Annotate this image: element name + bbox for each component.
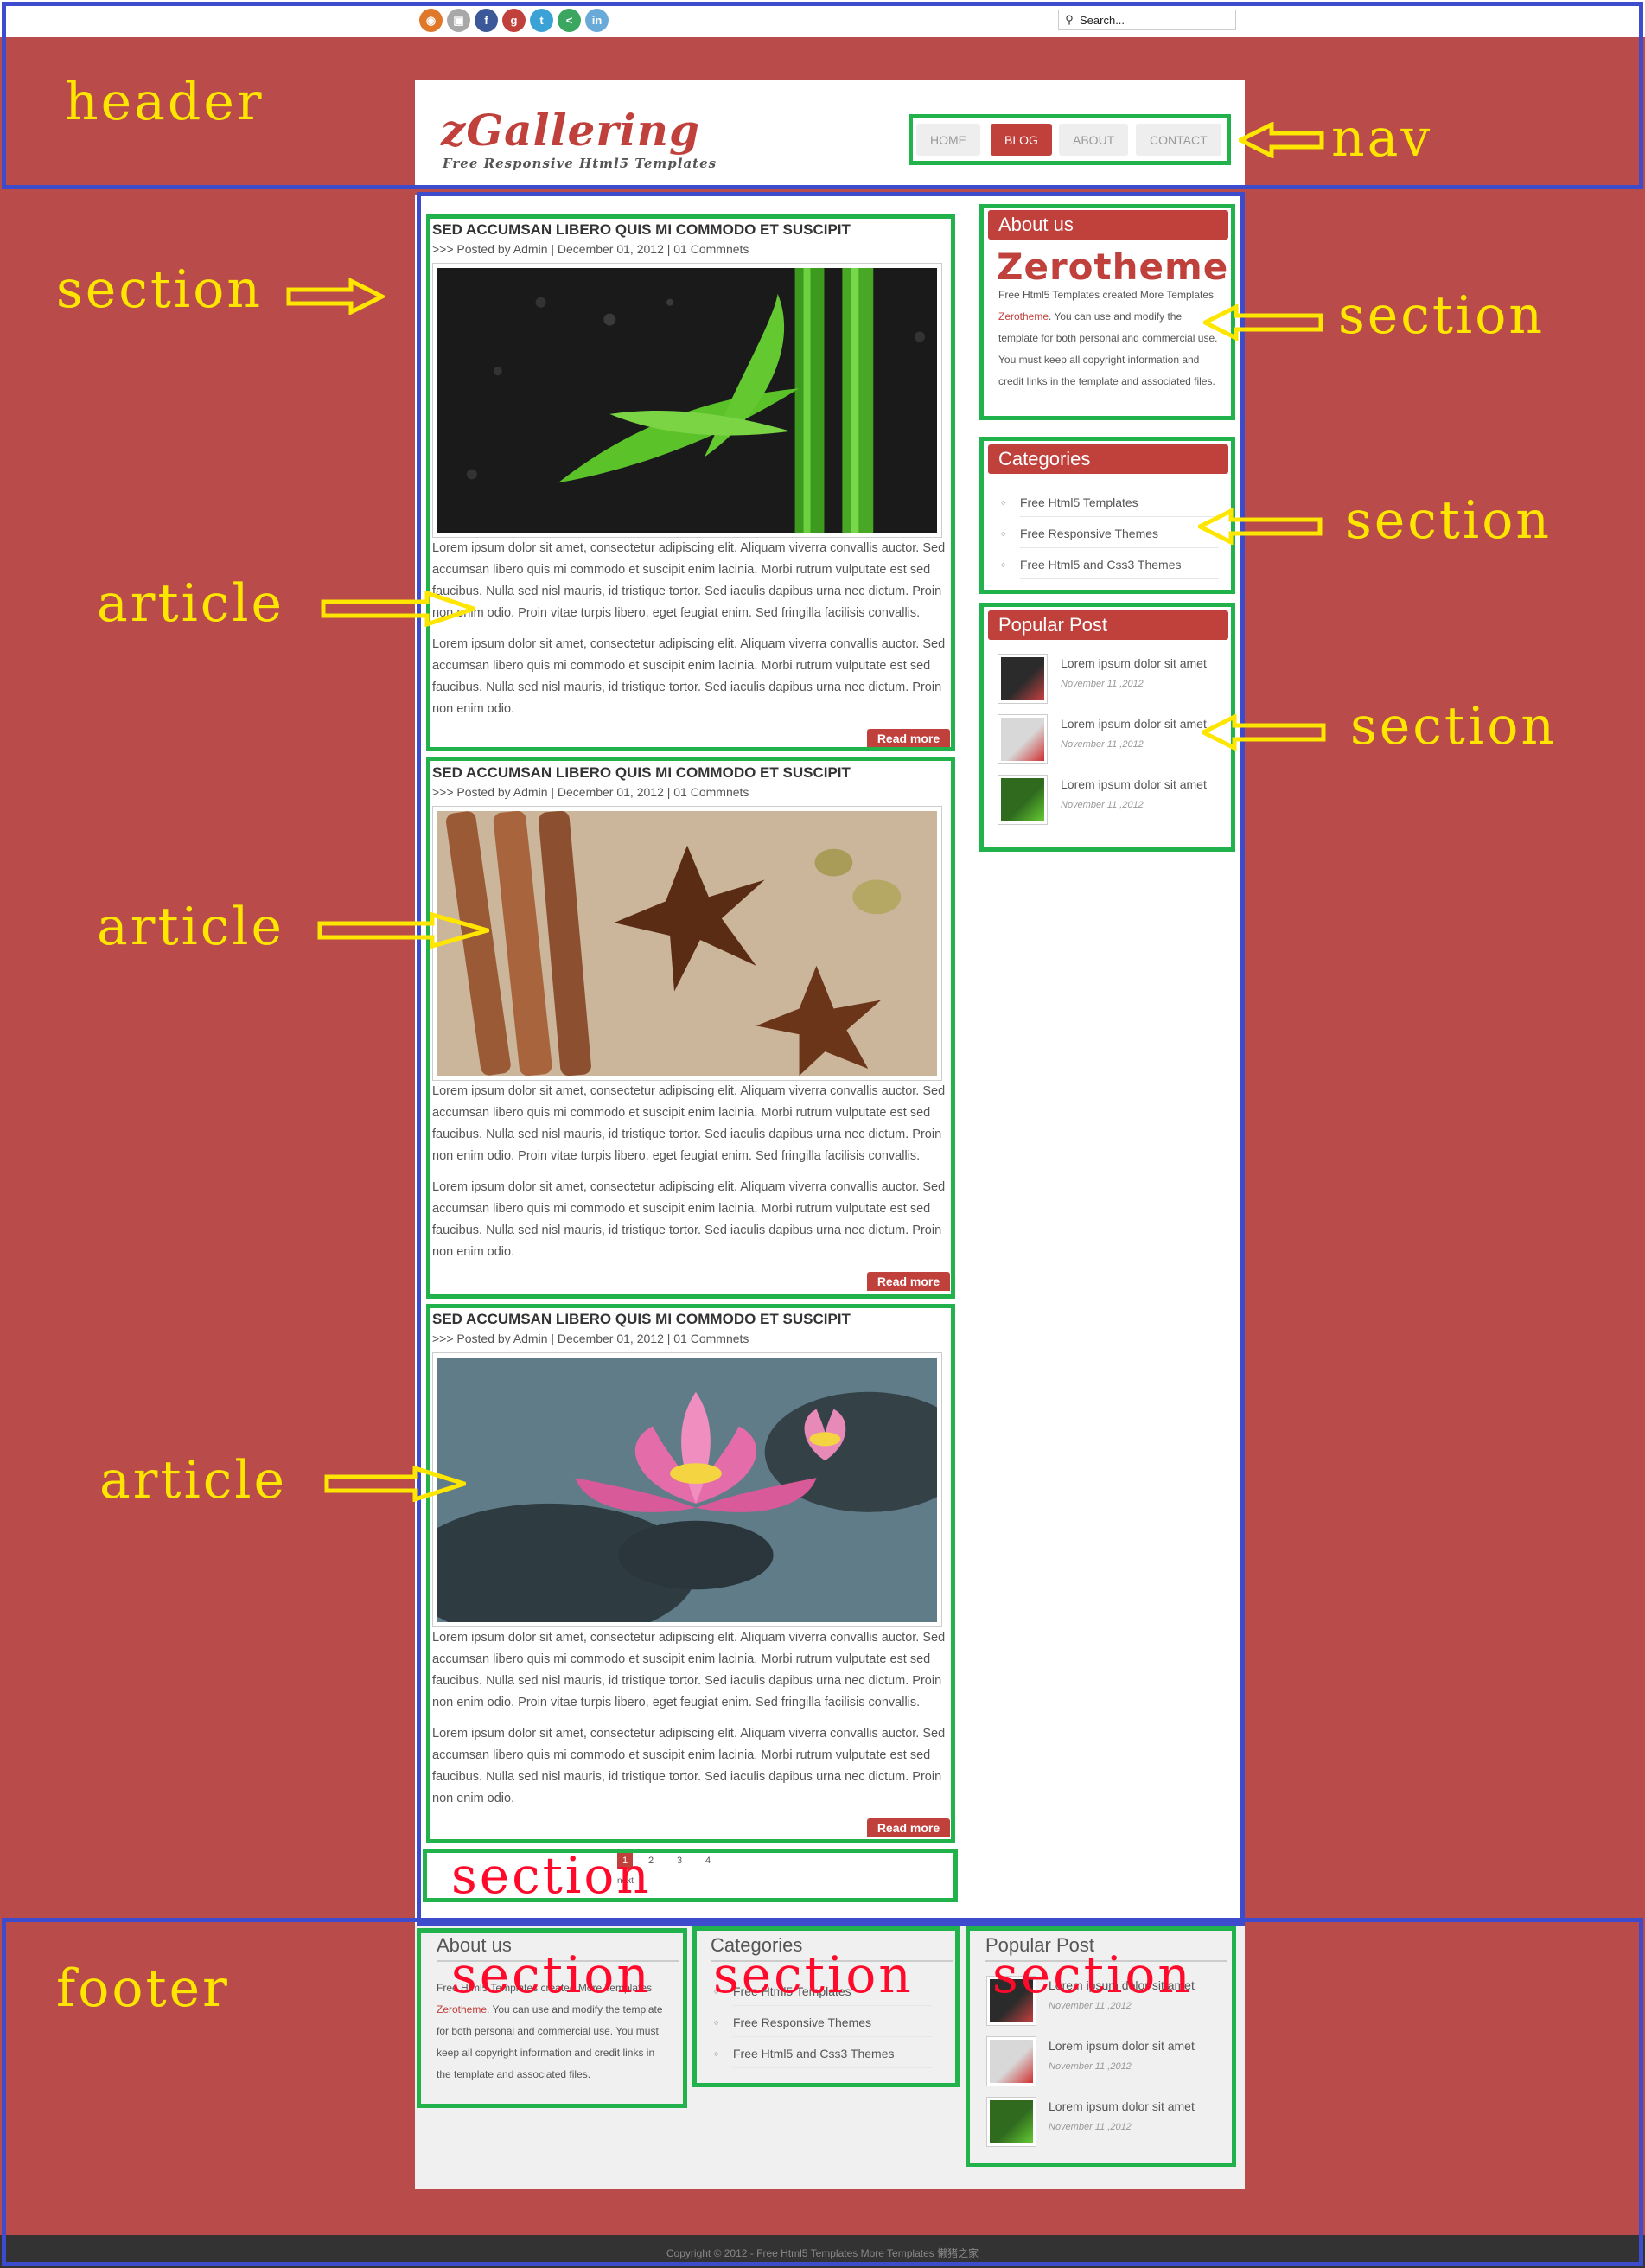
delicious-icon[interactable]: ▣ bbox=[447, 9, 470, 32]
article-image[interactable] bbox=[432, 263, 942, 538]
popular-post-date: November 11 ,2012 bbox=[1061, 679, 1144, 689]
article-meta: >>> Posted by Admin | December 01, 2012 … bbox=[432, 1332, 749, 1345]
top-bar bbox=[0, 0, 1645, 37]
article-paragraph: Lorem ipsum dolor sit amet, consectetur … bbox=[432, 541, 946, 620]
footer-popular-title[interactable]: Lorem ipsum dolor sit amet bbox=[1049, 2039, 1195, 2053]
popular-post-title[interactable]: Lorem ipsum dolor sit amet bbox=[1061, 656, 1207, 670]
search-input[interactable] bbox=[1080, 13, 1231, 27]
footer-popular-date: November 11 ,2012 bbox=[1049, 2061, 1132, 2072]
sidebar-about-arrow-icon bbox=[1203, 304, 1323, 341]
article-meta: >>> Posted by Admin | December 01, 2012 … bbox=[432, 785, 749, 799]
footer-zerotheme-link[interactable]: Zerotheme bbox=[437, 2003, 487, 2016]
nav-blog[interactable]: BLOG bbox=[991, 124, 1052, 156]
sidebar-category-item[interactable]: Free Html5 and Css3 Themes bbox=[1001, 558, 1219, 579]
linkedin-icon[interactable]: in bbox=[585, 9, 609, 32]
pagination-annotation-label: section bbox=[451, 1846, 652, 1905]
twitter-icon[interactable]: t bbox=[530, 9, 553, 32]
zerotheme-link[interactable]: Zerotheme bbox=[998, 310, 1049, 323]
sidebar-category-item[interactable]: Free Responsive Themes bbox=[1001, 527, 1219, 548]
sidebar-categories-heading: Categories bbox=[988, 444, 1228, 474]
footer-about-annotation-label: section bbox=[451, 1945, 652, 2004]
footer-category-item[interactable]: Free Responsive Themes bbox=[714, 2016, 932, 2037]
share-icon[interactable]: < bbox=[558, 9, 581, 32]
article-paragraph: Lorem ipsum dolor sit amet, consectetur … bbox=[432, 1631, 946, 1709]
article-arrow-icon-2 bbox=[317, 912, 489, 949]
read-more-button[interactable]: Read more bbox=[867, 1818, 950, 1837]
popular-post-date: November 11 ,2012 bbox=[1061, 800, 1144, 810]
sidebar-category-item[interactable]: Free Html5 Templates bbox=[1001, 495, 1219, 517]
site-tagline: Free Responsive Html5 Templates bbox=[443, 156, 717, 171]
footer-popular-thumb-image bbox=[990, 2100, 1033, 2143]
article-title[interactable]: SED ACCUMSAN LIBERO QUIS MI COMMODO ET S… bbox=[432, 221, 851, 239]
article-title[interactable]: SED ACCUMSAN LIBERO QUIS MI COMMODO ET S… bbox=[432, 764, 851, 782]
footer-category-item[interactable]: Free Html5 and Css3 Themes bbox=[714, 2047, 932, 2068]
sidebar-categories-arrow-icon bbox=[1198, 508, 1323, 545]
article-image[interactable] bbox=[432, 1352, 942, 1627]
nav-arrow-icon bbox=[1239, 122, 1324, 158]
sidebar-popular-heading: Popular Post bbox=[988, 610, 1228, 640]
footer-popular-title[interactable]: Lorem ipsum dolor sit amet bbox=[1049, 2099, 1195, 2113]
popular-post-thumbnail[interactable] bbox=[998, 654, 1048, 704]
footer-popular-thumb-image bbox=[990, 2040, 1033, 2083]
sidebar-popular-annotation-label: section bbox=[1350, 696, 1557, 757]
facebook-icon[interactable]: f bbox=[475, 9, 498, 32]
popular-post-thumb-image bbox=[1001, 718, 1044, 761]
popular-post-thumb-image bbox=[1001, 657, 1044, 700]
main-section-annotation-label: section bbox=[56, 259, 263, 320]
footer-popular-annotation-label: section bbox=[992, 1945, 1193, 2004]
page-link-4[interactable]: 4 bbox=[705, 1856, 711, 1866]
sidebar-about-heading: About us bbox=[988, 210, 1228, 240]
nav-contact[interactable]: CONTACT bbox=[1136, 124, 1221, 156]
popular-post-date: November 11 ,2012 bbox=[1061, 739, 1144, 750]
nav-about[interactable]: ABOUT bbox=[1059, 124, 1129, 156]
nav-home[interactable]: HOME bbox=[916, 124, 980, 156]
footer-categories-annotation-label: section bbox=[713, 1945, 914, 2004]
header-annotation-label: header bbox=[65, 72, 265, 132]
google-plus-icon[interactable]: g bbox=[502, 9, 526, 32]
sidebar-popular-arrow-icon bbox=[1202, 714, 1326, 751]
article-title[interactable]: SED ACCUMSAN LIBERO QUIS MI COMMODO ET S… bbox=[432, 1311, 851, 1328]
article-paragraph: Lorem ipsum dolor sit amet, consectetur … bbox=[432, 1180, 946, 1259]
article-meta: >>> Posted by Admin | December 01, 2012 … bbox=[432, 242, 749, 256]
search-icon: ⚲ bbox=[1065, 13, 1074, 26]
article-paragraph: Lorem ipsum dolor sit amet, consectetur … bbox=[432, 1727, 946, 1805]
footer-about-text: Zerotheme. You can use and modify the te… bbox=[437, 2003, 663, 2080]
sidebar-about-subline: Free Html5 Templates created More Templa… bbox=[998, 289, 1214, 301]
site-logo[interactable]: zGallering bbox=[441, 109, 700, 152]
footer-popular-date: November 11 ,2012 bbox=[1049, 2122, 1132, 2132]
article-annotation-label-1: article bbox=[97, 573, 285, 634]
article-paragraph: Lorem ipsum dolor sit amet, consectetur … bbox=[432, 637, 946, 716]
sidebar-about-annotation-label: section bbox=[1338, 285, 1545, 346]
article-paragraph: Lorem ipsum dolor sit amet, consectetur … bbox=[432, 1084, 946, 1163]
rss-icon[interactable]: ◉ bbox=[419, 9, 443, 32]
nav-annotation-label: nav bbox=[1331, 108, 1433, 169]
footer-popular-thumbnail[interactable] bbox=[986, 2097, 1036, 2147]
popular-post-thumbnail[interactable] bbox=[998, 714, 1048, 764]
search-box[interactable]: ⚲ bbox=[1058, 10, 1236, 30]
zerotheme-logo: Zerotheme bbox=[997, 246, 1229, 288]
article-arrow-icon-1 bbox=[321, 591, 475, 627]
sidebar-about-text: Zerotheme. You can use and modify the te… bbox=[998, 310, 1218, 387]
article-image[interactable] bbox=[432, 806, 942, 1081]
footer-annotation-label: footer bbox=[56, 1958, 230, 2019]
page-link-3[interactable]: 3 bbox=[677, 1856, 682, 1866]
article-annotation-label-3: article bbox=[99, 1450, 288, 1511]
copyright-text: Copyright © 2012 - Free Html5 Templates … bbox=[666, 2247, 979, 2259]
popular-post-thumb-image bbox=[1001, 778, 1044, 821]
article-annotation-label-2: article bbox=[97, 897, 285, 957]
read-more-button[interactable]: Read more bbox=[867, 729, 950, 748]
popular-post-title[interactable]: Lorem ipsum dolor sit amet bbox=[1061, 717, 1207, 731]
section-arrow-icon bbox=[286, 278, 385, 315]
article-image-lotus bbox=[437, 1358, 937, 1622]
read-more-button[interactable]: Read more bbox=[867, 1272, 950, 1291]
popular-post-title[interactable]: Lorem ipsum dolor sit amet bbox=[1061, 777, 1207, 791]
popular-post-thumbnail[interactable] bbox=[998, 775, 1048, 825]
footer-popular-thumbnail[interactable] bbox=[986, 2036, 1036, 2086]
article-image-bamboo bbox=[437, 268, 937, 533]
article-arrow-icon-3 bbox=[324, 1466, 466, 1502]
article-image-spices bbox=[437, 811, 937, 1076]
sidebar-categories-annotation-label: section bbox=[1345, 490, 1552, 551]
